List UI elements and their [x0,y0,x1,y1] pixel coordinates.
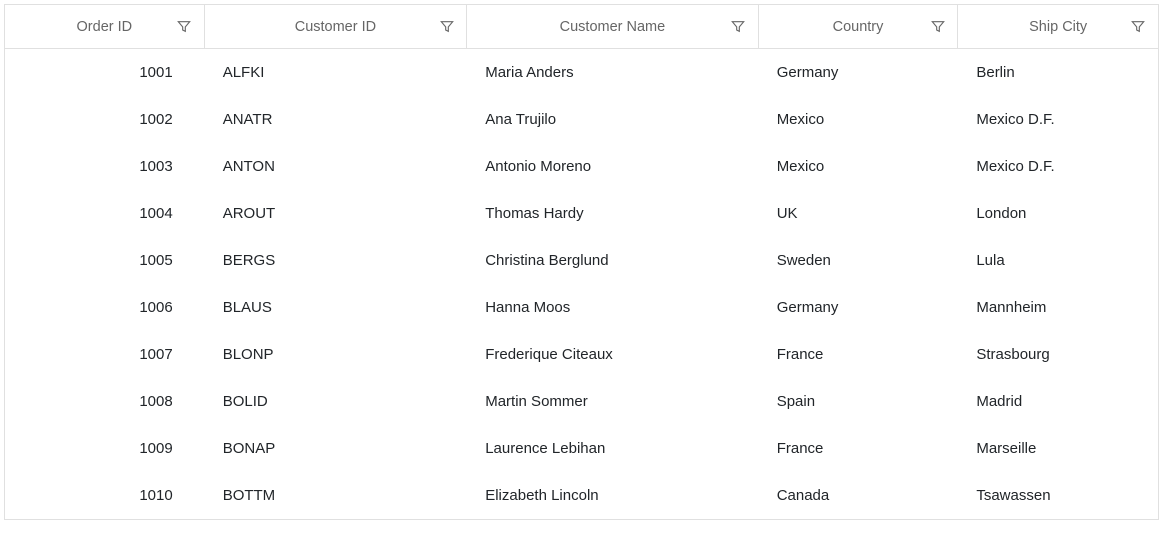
cell-country: Germany [759,299,959,316]
cell-customer-name: Ana Trujilo [467,111,758,128]
grid-body: 1001 ALFKI Maria Anders Germany Berlin 1… [5,49,1158,519]
cell-customer-id: AROUT [205,205,468,222]
cell-country: Germany [759,64,959,81]
cell-order-id: 1008 [5,393,205,410]
cell-customer-name: Frederique Citeaux [467,346,758,363]
cell-order-id: 1009 [5,440,205,457]
cell-ship-city: Marseille [958,440,1158,457]
table-row[interactable]: 1010 BOTTM Elizabeth Lincoln Canada Tsaw… [5,472,1158,519]
cell-country: Spain [759,393,959,410]
cell-ship-city: Tsawassen [958,487,1158,504]
table-row[interactable]: 1002 ANATR Ana Trujilo Mexico Mexico D.F… [5,96,1158,143]
cell-order-id: 1005 [5,252,205,269]
filter-icon[interactable] [439,19,454,34]
table-row[interactable]: 1004 AROUT Thomas Hardy UK London [5,190,1158,237]
cell-customer-id: ALFKI [205,64,468,81]
cell-ship-city: Mexico D.F. [958,158,1158,175]
column-header-label: Customer ID [217,19,455,35]
cell-order-id: 1002 [5,111,205,128]
cell-customer-name: Thomas Hardy [467,205,758,222]
cell-customer-name: Hanna Moos [467,299,758,316]
cell-customer-id: BOTTM [205,487,468,504]
column-header-label: Country [771,19,946,35]
cell-country: Sweden [759,252,959,269]
cell-ship-city: Mexico D.F. [958,111,1158,128]
cell-ship-city: Lula [958,252,1158,269]
cell-country: UK [759,205,959,222]
cell-customer-name: Elizabeth Lincoln [467,487,758,504]
table-row[interactable]: 1009 BONAP Laurence Lebihan France Marse… [5,425,1158,472]
column-header-customer-id[interactable]: Customer ID [205,5,468,48]
column-header-label: Customer Name [479,19,745,35]
cell-customer-id: BOLID [205,393,468,410]
column-header-ship-city[interactable]: Ship City [958,5,1158,48]
filter-icon[interactable] [1131,19,1146,34]
filter-icon[interactable] [177,19,192,34]
table-row[interactable]: 1001 ALFKI Maria Anders Germany Berlin [5,49,1158,96]
column-header-country[interactable]: Country [759,5,959,48]
cell-ship-city: London [958,205,1158,222]
table-row[interactable]: 1007 BLONP Frederique Citeaux France Str… [5,331,1158,378]
cell-customer-id: BLONP [205,346,468,363]
cell-order-id: 1006 [5,299,205,316]
cell-ship-city: Madrid [958,393,1158,410]
cell-customer-name: Laurence Lebihan [467,440,758,457]
cell-order-id: 1010 [5,487,205,504]
cell-country: France [759,346,959,363]
header-row: Order ID Customer ID Customer Name Count… [5,5,1158,49]
cell-country: Mexico [759,158,959,175]
cell-country: Canada [759,487,959,504]
cell-ship-city: Berlin [958,64,1158,81]
cell-ship-city: Strasbourg [958,346,1158,363]
cell-customer-name: Maria Anders [467,64,758,81]
table-row[interactable]: 1006 BLAUS Hanna Moos Germany Mannheim [5,284,1158,331]
cell-customer-id: BONAP [205,440,468,457]
filter-icon[interactable] [930,19,945,34]
cell-country: Mexico [759,111,959,128]
cell-customer-name: Martin Sommer [467,393,758,410]
cell-order-id: 1001 [5,64,205,81]
cell-country: France [759,440,959,457]
cell-customer-id: BLAUS [205,299,468,316]
column-header-label: Ship City [970,19,1146,35]
column-header-customer-name[interactable]: Customer Name [467,5,758,48]
data-grid: Order ID Customer ID Customer Name Count… [4,4,1159,520]
cell-order-id: 1003 [5,158,205,175]
cell-order-id: 1004 [5,205,205,222]
cell-customer-name: Christina Berglund [467,252,758,269]
cell-customer-id: BERGS [205,252,468,269]
cell-order-id: 1007 [5,346,205,363]
filter-icon[interactable] [731,19,746,34]
cell-customer-id: ANTON [205,158,468,175]
cell-ship-city: Mannheim [958,299,1158,316]
cell-customer-id: ANATR [205,111,468,128]
column-header-label: Order ID [17,19,192,35]
table-row[interactable]: 1008 BOLID Martin Sommer Spain Madrid [5,378,1158,425]
cell-customer-name: Antonio Moreno [467,158,758,175]
table-row[interactable]: 1003 ANTON Antonio Moreno Mexico Mexico … [5,143,1158,190]
table-row[interactable]: 1005 BERGS Christina Berglund Sweden Lul… [5,237,1158,284]
column-header-order-id[interactable]: Order ID [5,5,205,48]
